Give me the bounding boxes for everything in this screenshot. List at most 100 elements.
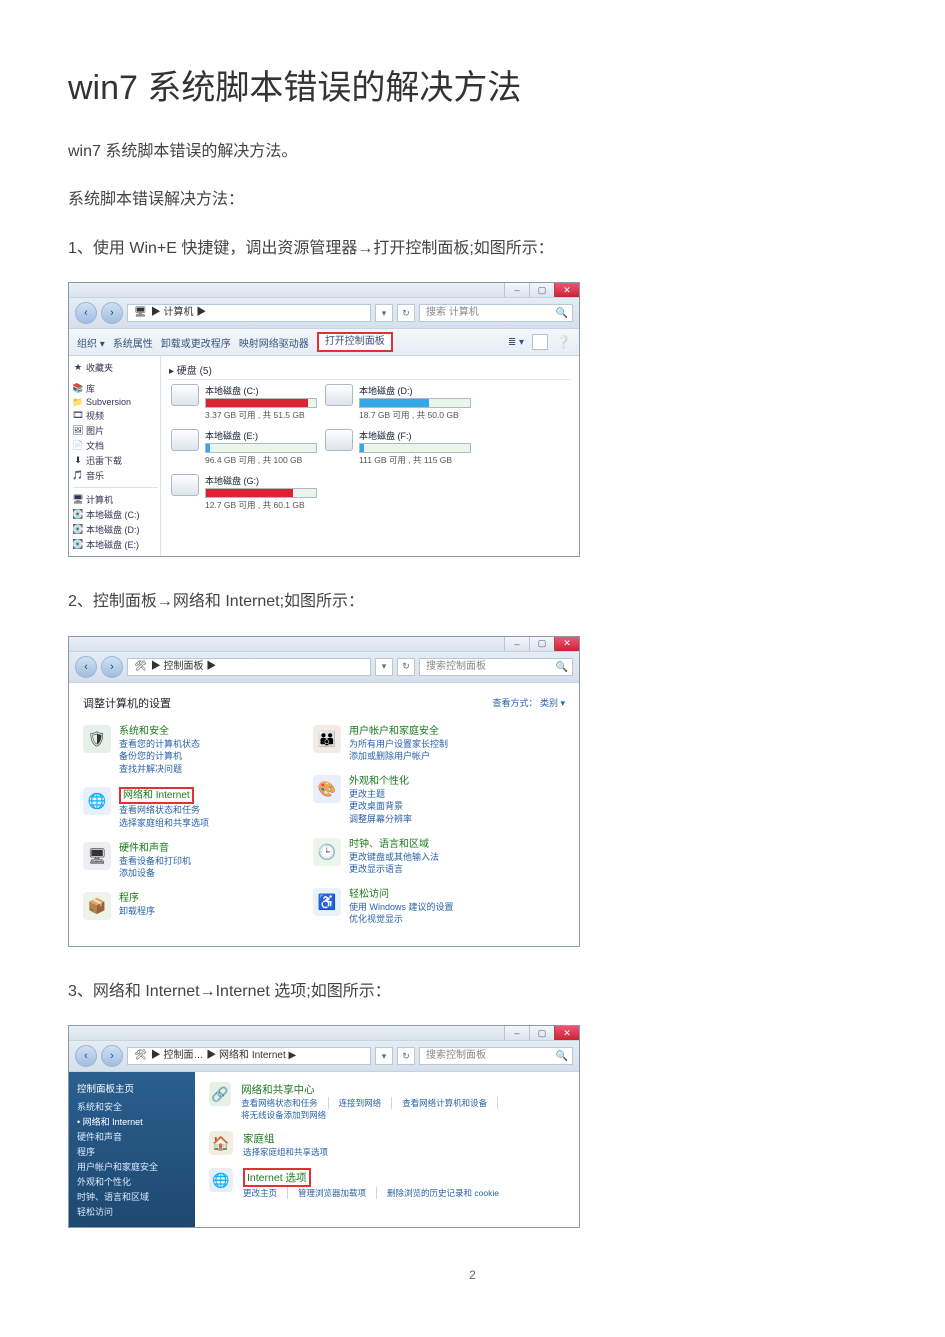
view-menu-icon[interactable]: ≣ ▾	[508, 337, 524, 348]
window-maximize-button[interactable]: ▢	[529, 1026, 554, 1040]
cp-home-link[interactable]: 控制面板主页	[77, 1081, 187, 1095]
window-maximize-button[interactable]: ▢	[529, 283, 554, 297]
cp-side-link[interactable]: 系统和安全	[77, 1099, 187, 1114]
cp-sub-link[interactable]: 为所有用户设置家长控制	[349, 738, 448, 751]
refresh-button[interactable]: ↻	[397, 304, 415, 322]
cp-sub-link[interactable]: 查看设备和打印机	[119, 855, 191, 868]
cp-category-head[interactable]: 系统和安全	[119, 726, 169, 737]
nav-drive-item[interactable]: 💽本地磁盘 (E:)	[73, 537, 158, 552]
net-category-head[interactable]: Internet 选项	[243, 1168, 311, 1187]
cp-sub-link[interactable]: 使用 Windows 建议的设置	[349, 901, 454, 914]
drive-item[interactable]: 本地磁盘 (E:)96.4 GB 可用 , 共 100 GB	[169, 425, 323, 470]
cp-side-link[interactable]: 用户帐户和家庭安全	[77, 1159, 187, 1174]
toolbar-organize[interactable]: 组织 ▾	[77, 335, 105, 350]
refresh-button[interactable]: ↻	[397, 658, 415, 676]
cp-category-head[interactable]: 轻松访问	[349, 889, 389, 900]
net-category: 🏠家庭组选择家庭组和共享选项	[209, 1131, 565, 1158]
nav-item[interactable]: 🎞视频	[73, 408, 158, 423]
net-category-head[interactable]: 网络和共享中心	[241, 1084, 315, 1096]
cp-sub-link[interactable]: 查看网络状态和任务	[119, 804, 209, 817]
cp-sub-link[interactable]: 卸载程序	[119, 905, 155, 918]
nav-item[interactable]: ⬇迅雷下载	[73, 453, 158, 468]
nav-back-button[interactable]: ‹	[75, 1045, 97, 1067]
net-sub-link[interactable]: 更改主页	[243, 1187, 288, 1199]
address-dropdown[interactable]: ▾	[375, 304, 393, 322]
net-sub-link[interactable]: 选择家庭组和共享选项	[243, 1146, 328, 1158]
cp-category-head[interactable]: 用户帐户和家庭安全	[349, 726, 439, 737]
nav-item[interactable]: 🖼图片	[73, 423, 158, 438]
nav-drive-item[interactable]: 💽本地磁盘 (C:)	[73, 507, 158, 522]
nav-forward-button[interactable]: ›	[101, 656, 123, 678]
cp-sub-link[interactable]: 更改显示语言	[349, 863, 439, 876]
net-category-head[interactable]: 家庭组	[243, 1133, 275, 1145]
cp-sub-link[interactable]: 更改主题	[349, 788, 412, 801]
preview-pane-icon[interactable]	[532, 334, 548, 350]
search-input[interactable]: 搜索控制面板 🔍	[419, 1047, 573, 1065]
nav-forward-button[interactable]: ›	[101, 1045, 123, 1067]
drive-item[interactable]: 本地磁盘 (C:)3.37 GB 可用 , 共 51.5 GB	[169, 380, 323, 425]
cp-sub-link[interactable]: 添加或删除用户帐户	[349, 750, 448, 763]
window-close-button[interactable]: ✕	[554, 1026, 579, 1040]
cp-category-head[interactable]: 硬件和声音	[119, 843, 169, 854]
cp-side-link[interactable]: 轻松访问	[77, 1204, 187, 1219]
refresh-button[interactable]: ↻	[397, 1047, 415, 1065]
cp-sub-link[interactable]: 优化视觉显示	[349, 913, 454, 926]
nav-forward-button[interactable]: ›	[101, 302, 123, 324]
step-3-text: 3、网络和 Internet→Internet 选项;如图所示：	[68, 977, 877, 1007]
cp-category-head[interactable]: 外观和个性化	[349, 776, 409, 787]
toolbar-map-drive[interactable]: 映射网络驱动器	[239, 335, 309, 350]
window-close-button[interactable]: ✕	[554, 637, 579, 651]
window-minimize-button[interactable]: –	[504, 1026, 529, 1040]
cp-category-head[interactable]: 网络和 Internet	[119, 787, 194, 804]
window-minimize-button[interactable]: –	[504, 637, 529, 651]
favorites-header[interactable]: ★收藏夹	[73, 360, 158, 375]
nav-item[interactable]: 📄文档	[73, 438, 158, 453]
cp-sub-link[interactable]: 更改桌面背景	[349, 800, 412, 813]
cp-sub-link[interactable]: 添加设备	[119, 867, 191, 880]
net-sub-link[interactable]: 删除浏览的历史记录和 cookie	[387, 1187, 499, 1199]
toolbar-open-control-panel[interactable]: 打开控制面板	[317, 332, 393, 352]
search-input[interactable]: 搜索控制面板 🔍	[419, 658, 573, 676]
drive-item[interactable]: 本地磁盘 (G:)12.7 GB 可用 , 共 60.1 GB	[169, 470, 323, 515]
cp-sub-link[interactable]: 更改键盘或其他输入法	[349, 851, 439, 864]
toolbar-uninstall[interactable]: 卸载或更改程序	[161, 335, 231, 350]
nav-item[interactable]: 📁Subversion	[73, 396, 158, 408]
address-bar[interactable]: 🛠 ▶ 控制面… ▶ 网络和 Internet ▶	[127, 1047, 371, 1065]
net-sub-link[interactable]: 查看网络状态和任务	[241, 1097, 329, 1109]
cp-side-link[interactable]: 外观和个性化	[77, 1174, 187, 1189]
help-icon[interactable]: ❔	[556, 335, 571, 349]
drive-item[interactable]: 本地磁盘 (D:)18.7 GB 可用 , 共 50.0 GB	[323, 380, 477, 425]
cp-side-link[interactable]: 时钟、语言和区域	[77, 1189, 187, 1204]
cp-sub-link[interactable]: 备份您的计算机	[119, 750, 200, 763]
drive-item[interactable]: 本地磁盘 (F:)111 GB 可用 , 共 115 GB	[323, 425, 477, 470]
net-sub-link[interactable]: 查看网络计算机和设备	[402, 1097, 498, 1109]
cp-sub-link[interactable]: 查看您的计算机状态	[119, 738, 200, 751]
net-sub-link[interactable]: 管理浏览器加载项	[298, 1187, 377, 1199]
nav-item[interactable]: 📚库	[73, 381, 158, 396]
window-maximize-button[interactable]: ▢	[529, 637, 554, 651]
search-input[interactable]: 搜索 计算机 🔍	[419, 304, 573, 322]
view-by[interactable]: 查看方式： 类别 ▾	[492, 696, 565, 709]
address-bar[interactable]: 🖥 ▶ 计算机 ▶	[127, 304, 371, 322]
address-dropdown[interactable]: ▾	[375, 1047, 393, 1065]
nav-back-button[interactable]: ‹	[75, 302, 97, 324]
window-close-button[interactable]: ✕	[554, 283, 579, 297]
net-sub-link[interactable]: 连接到网络	[339, 1097, 393, 1109]
computer-header[interactable]: 🖥计算机	[73, 492, 158, 507]
cp-side-link[interactable]: 硬件和声音	[77, 1129, 187, 1144]
cp-sub-link[interactable]: 调整屏幕分辨率	[349, 813, 412, 826]
toolbar-system-props[interactable]: 系统属性	[113, 335, 153, 350]
nav-drive-item[interactable]: 💽本地磁盘 (D:)	[73, 522, 158, 537]
cp-sub-link[interactable]: 选择家庭组和共享选项	[119, 817, 209, 830]
cp-category-head[interactable]: 程序	[119, 893, 139, 904]
nav-item[interactable]: 🎵音乐	[73, 468, 158, 483]
address-dropdown[interactable]: ▾	[375, 658, 393, 676]
cp-side-link[interactable]: 程序	[77, 1144, 187, 1159]
nav-back-button[interactable]: ‹	[75, 656, 97, 678]
address-bar[interactable]: 🛠 ▶ 控制面板 ▶	[127, 658, 371, 676]
cp-sub-link[interactable]: 查找并解决问题	[119, 763, 200, 776]
window-minimize-button[interactable]: –	[504, 283, 529, 297]
cp-category-head[interactable]: 时钟、语言和区域	[349, 839, 429, 850]
cp-side-link[interactable]: 网络和 Internet	[77, 1114, 187, 1129]
net-sub-link[interactable]: 将无线设备添加到网络	[241, 1109, 326, 1121]
